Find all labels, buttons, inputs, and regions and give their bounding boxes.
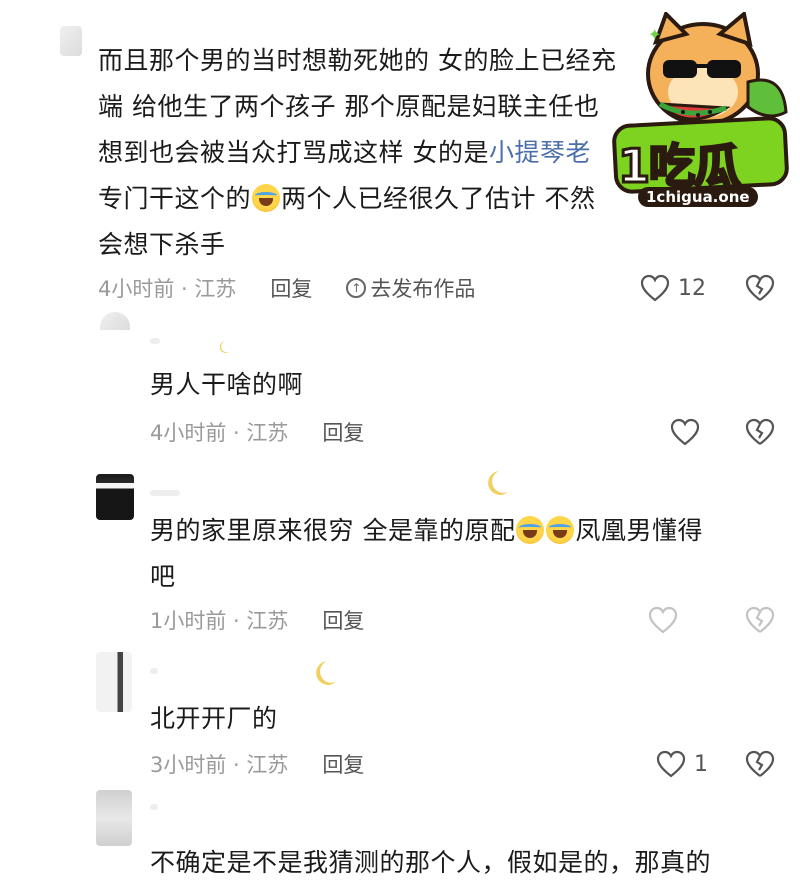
arrow-up-circle-icon: ↑ — [346, 278, 367, 298]
comment-text: 男的家里原来很穷 全是靠的原配 凤凰男懂得 吧 — [150, 516, 703, 591]
heart-icon — [640, 274, 670, 302]
username[interactable] — [150, 338, 160, 344]
like-count: 12 — [678, 275, 706, 301]
laughing-crying-emoji — [252, 184, 281, 212]
moon-icon — [316, 661, 336, 685]
comment-text: 而且那个男的当时想勒死她的 女的脸上已经充 端 给他生了两个孩子 那个原配是妇联… — [98, 46, 617, 259]
logo-url: 1chigua.one — [638, 187, 758, 207]
comment-meta: 4小时前 · 江苏 回复 — [150, 415, 398, 449]
moon-icon — [488, 471, 508, 495]
laughing-crying-emoji — [546, 516, 575, 544]
heart-icon — [670, 418, 700, 446]
avatar[interactable] — [96, 652, 132, 712]
svg-text:✦: ✦ — [648, 25, 661, 44]
like-button[interactable] — [670, 415, 700, 449]
comment-meta: 4小时前 · 江苏 回复 ↑ 去发布作品 — [98, 271, 475, 305]
comment-text: 不确定是不是我猜测的那个人，假如是的，那真的 — [150, 848, 712, 877]
watermark-logo: ✦ 1吃瓜 1chigua.one — [608, 12, 793, 212]
username[interactable] — [150, 668, 158, 674]
timestamp: 4小时前 · 江苏 — [150, 421, 289, 445]
avatar[interactable] — [60, 26, 82, 56]
comment-text: 北开开厂的 — [150, 704, 278, 733]
avatar[interactable] — [100, 312, 130, 330]
avatar[interactable] — [96, 474, 134, 520]
comment-meta: 3小时前 · 江苏 回复 — [150, 747, 398, 781]
publish-work-button[interactable]: ↑ 去发布作品 — [346, 273, 475, 303]
heart-icon — [648, 606, 678, 634]
like-button[interactable]: 1 — [656, 747, 708, 781]
laughing-crying-emoji — [516, 516, 545, 544]
avatar[interactable] — [96, 790, 132, 846]
comment-meta: 1小时前 · 江苏 回复 — [150, 603, 398, 637]
like-button[interactable]: 12 — [640, 271, 706, 305]
reply-button[interactable]: 回复 — [322, 749, 364, 779]
reply-button[interactable]: 回复 — [322, 417, 364, 447]
reply-button[interactable]: 回复 — [270, 273, 312, 303]
broken-heart-icon[interactable] — [745, 417, 775, 447]
broken-heart-icon[interactable] — [745, 273, 775, 303]
hamster-mascot-icon: ✦ — [646, 12, 788, 126]
comment-text: 男人干啥的啊 — [150, 370, 304, 399]
broken-heart-icon[interactable] — [745, 749, 775, 779]
broken-heart-icon[interactable] — [745, 605, 775, 635]
timestamp: 3小时前 · 江苏 — [150, 753, 289, 777]
timestamp: 1小时前 · 江苏 — [150, 609, 289, 633]
moon-icon — [220, 341, 229, 353]
timestamp: 4小时前 · 江苏 — [98, 277, 237, 301]
like-button[interactable] — [648, 603, 678, 637]
username[interactable] — [150, 490, 180, 496]
reply-button[interactable]: 回复 — [322, 605, 364, 635]
heart-icon — [656, 750, 686, 778]
like-count: 1 — [694, 751, 708, 777]
username[interactable] — [150, 804, 158, 810]
mention-link[interactable]: 小提琴老 — [489, 138, 591, 167]
